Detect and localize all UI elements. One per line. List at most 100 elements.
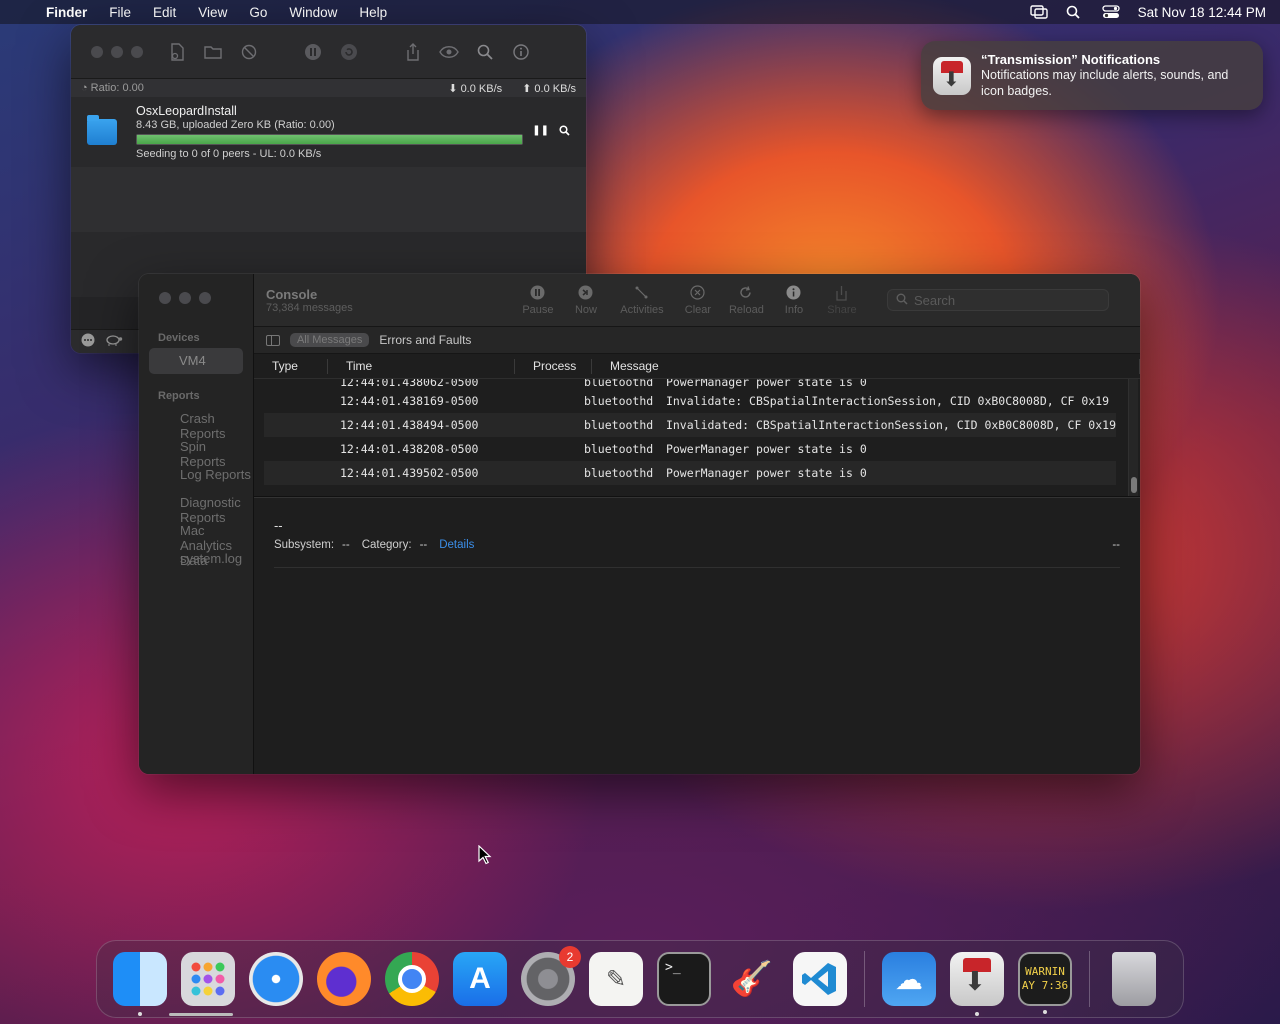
row-time: 12:44:01.438169-0500 — [339, 394, 479, 408]
scrollbar-thumb[interactable] — [1131, 477, 1137, 493]
category-label: Category: — [361, 539, 412, 551]
dock-console-icon[interactable]: WARNIN AY 7:36 — [1018, 952, 1072, 1014]
dock-finder-icon[interactable] — [113, 952, 167, 1016]
search-input[interactable] — [913, 292, 1094, 308]
dock-transmission-icon[interactable] — [950, 952, 1004, 1016]
torrent-row[interactable]: OsxLeopardInstall 8.43 GB, uploaded Zero… — [71, 97, 586, 167]
torrent-name: OsxLeopardInstall — [136, 104, 237, 118]
torrent-progress-bar — [136, 134, 523, 145]
now-button[interactable]: Now — [569, 285, 603, 316]
ratio-label[interactable]: Ratio: 0.00 — [91, 82, 144, 94]
info-button[interactable]: Info — [777, 285, 811, 316]
column-header-process[interactable]: Process — [515, 358, 592, 374]
notification-banner[interactable]: “Transmission” Notifications Notificatio… — [921, 41, 1263, 110]
sidebar-item-diagnostic-reports[interactable]: Diagnostic Reports — [139, 490, 253, 525]
pause-all-icon[interactable] — [303, 42, 323, 62]
action-menu-icon[interactable] — [81, 333, 95, 350]
table-row[interactable]: 12:44:01.438062-0500 bluetoothd PowerMan… — [264, 379, 1116, 389]
search-field[interactable] — [886, 289, 1109, 311]
speed-limit-turtle-icon[interactable] — [105, 334, 123, 349]
dock-garageband-icon[interactable]: 🎸 — [725, 952, 779, 1006]
detail-summary: -- — [273, 518, 283, 533]
sidebar-item-log-reports[interactable]: Log Reports — [139, 462, 253, 490]
details-link[interactable]: Details — [439, 539, 474, 551]
dock-chrome-icon[interactable] — [385, 952, 439, 1006]
running-indicator — [138, 1012, 142, 1016]
dock-trash-icon[interactable] — [1112, 952, 1156, 1006]
pause-label: Pause — [522, 303, 554, 316]
running-indicator — [975, 1012, 979, 1016]
dock: A 2 ✎ >_ 🎸 ☁ WARNIN AY 7:36 — [96, 940, 1184, 1018]
column-header-time[interactable]: Time — [328, 358, 515, 374]
dock-firefox-icon[interactable] — [317, 952, 371, 1006]
table-row[interactable]: 12:44:01.438208-0500 bluetoothd PowerMan… — [264, 437, 1116, 461]
sidebar-item-spin-reports[interactable]: Spin Reports — [139, 434, 253, 469]
log-scrollbar[interactable] — [1128, 379, 1138, 496]
minimize-button[interactable] — [111, 45, 123, 58]
share-icon[interactable] — [403, 42, 423, 62]
menu-file[interactable]: File — [109, 5, 131, 20]
table-row[interactable]: 12:44:01.439502-0500 bluetoothd PowerMan… — [263, 461, 1116, 485]
menu-clock[interactable]: Sat Nov 18 12:44 PM — [1138, 5, 1266, 20]
sidebar-item-system-log[interactable]: system.log — [139, 546, 253, 574]
close-button[interactable] — [91, 45, 103, 58]
resume-all-icon[interactable] — [339, 42, 359, 62]
menu-go[interactable]: Go — [249, 5, 267, 20]
activities-button[interactable]: Activities — [617, 285, 667, 316]
sidebar-item-mac-analytics-data[interactable]: Mac Analytics Data — [139, 518, 253, 568]
open-torrent-folder-icon[interactable] — [203, 42, 223, 62]
quicklook-eye-icon[interactable] — [439, 42, 459, 62]
dock-vscode-icon[interactable] — [793, 952, 847, 1006]
zoom-button[interactable] — [131, 45, 143, 58]
sidebar-toggle-icon[interactable] — [265, 334, 280, 346]
row-time: 12:44:01.438208-0500 — [339, 442, 479, 456]
zoom-button[interactable] — [199, 292, 211, 304]
category-value: -- — [419, 539, 428, 551]
menu-window[interactable]: Window — [289, 5, 337, 20]
screen-mirroring-icon[interactable] — [1029, 5, 1048, 19]
filter-errors-and-faults[interactable]: Errors and Faults — [379, 333, 471, 347]
spotlight-search-icon[interactable] — [1066, 5, 1084, 19]
remove-torrent-icon[interactable] — [239, 42, 259, 62]
filter-all-messages[interactable]: All Messages — [289, 333, 370, 347]
window-controls — [159, 292, 253, 304]
dock-system-settings-icon[interactable]: 2 — [521, 946, 581, 1006]
notification-body: Notifications may include alerts, sounds… — [981, 68, 1229, 98]
table-row[interactable]: 12:44:01.438494-0500 bluetoothd Invalida… — [263, 413, 1116, 437]
dock-launchpad-icon[interactable] — [181, 952, 235, 1006]
pause-button[interactable]: Pause — [521, 285, 555, 316]
reports-section-label: Reports — [158, 390, 200, 402]
menu-help[interactable]: Help — [359, 5, 387, 20]
console-main: Console 73,384 messages Pause Now Activi… — [253, 274, 1140, 774]
column-header-message[interactable]: Message — [592, 358, 1140, 374]
upload-rate-value: 0.0 KB/s — [534, 82, 576, 95]
create-torrent-icon[interactable] — [167, 42, 187, 62]
menu-app-name[interactable]: Finder — [46, 5, 87, 20]
filter-search-icon[interactable] — [475, 42, 495, 62]
column-header-type[interactable]: Type — [254, 358, 328, 374]
dock-terminal-icon[interactable]: >_ — [657, 952, 711, 1006]
reload-button[interactable]: Reload — [729, 285, 764, 316]
clear-button[interactable]: Clear — [681, 284, 715, 316]
menu-view[interactable]: View — [198, 5, 227, 20]
dock-textedit-icon[interactable]: ✎ — [589, 952, 643, 1006]
menu-edit[interactable]: Edit — [153, 5, 176, 20]
dock-app-store-icon[interactable]: A — [453, 952, 507, 1006]
torrent-summary: 8.43 GB, uploaded Zero KB (Ratio: 0.00) — [136, 119, 335, 131]
sidebar-item-crash-reports[interactable]: Crash Reports — [139, 406, 253, 441]
share-label: Share — [827, 303, 857, 316]
close-button[interactable] — [159, 292, 171, 304]
minimize-button[interactable] — [179, 292, 191, 304]
sidebar-item-vm4[interactable]: VM4 — [149, 348, 243, 374]
upload-arrow-icon: ⬆ — [522, 82, 532, 95]
share-button[interactable]: Share — [825, 285, 859, 316]
table-row[interactable]: 12:44:01.438169-0500 bluetoothd Invalida… — [264, 389, 1116, 413]
control-center-icon[interactable] — [1102, 5, 1120, 19]
dock-weather-icon[interactable]: ☁ — [882, 952, 936, 1006]
inspector-info-icon[interactable] — [511, 42, 531, 62]
log-rows: 12:44:01.438062-0500 bluetoothd PowerMan… — [253, 379, 1140, 497]
reveal-in-finder-icon[interactable] — [559, 125, 570, 139]
pause-icon — [521, 285, 555, 301]
pause-torrent-icon[interactable]: ❚❚ — [532, 125, 549, 139]
dock-safari-icon[interactable] — [249, 952, 303, 1006]
